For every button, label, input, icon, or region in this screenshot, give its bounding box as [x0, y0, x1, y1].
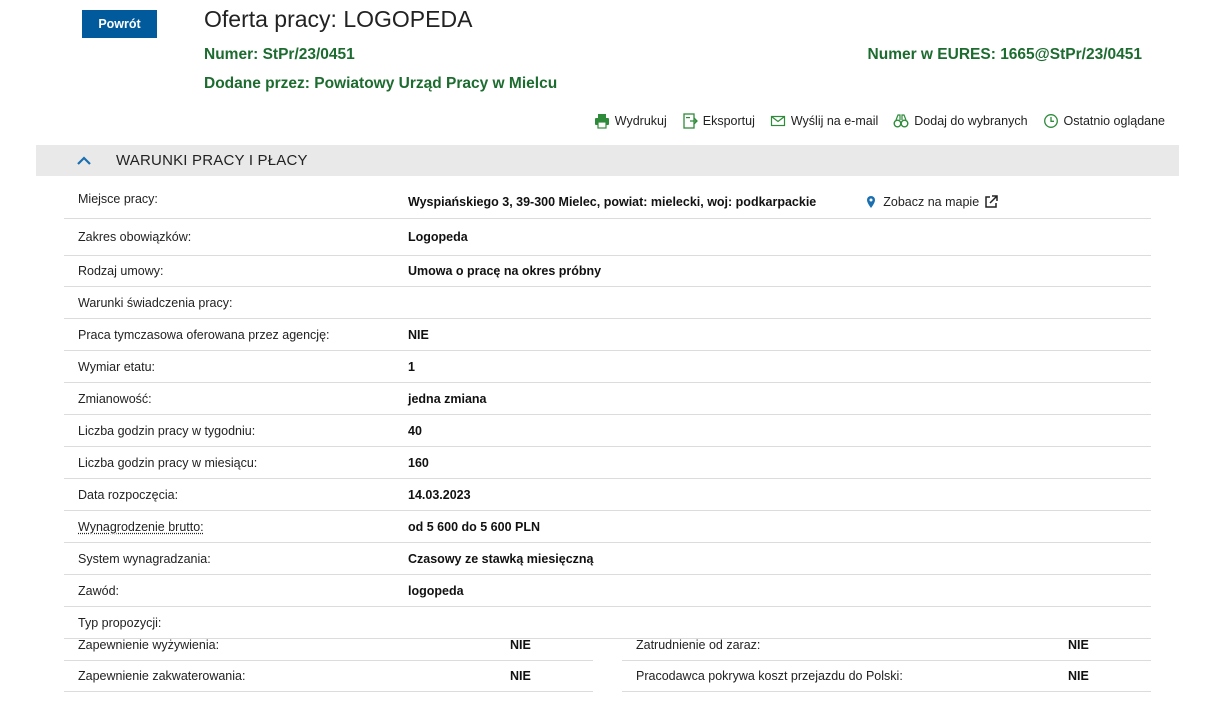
- print-label: Wydrukuj: [614, 114, 667, 128]
- split-label: Zapewnienie zakwaterowania:: [78, 668, 246, 683]
- table-row: Zawód: logopeda: [64, 575, 1151, 607]
- show-on-map-link[interactable]: Zobacz na mapie: [864, 195, 998, 209]
- table-row: Wymiar etatu: 1: [64, 351, 1151, 383]
- row-value: Wyspiańskiego 3, 39-300 Mielec, powiat: …: [408, 195, 817, 209]
- salary-term-tooltip[interactable]: Wynagrodzenie brutto:: [78, 520, 204, 534]
- envelope-icon: [770, 115, 785, 127]
- row-value: logopeda: [408, 583, 464, 598]
- row-label: Liczba godzin pracy w miesiącu:: [78, 455, 258, 470]
- row-label: Zakres obowiązków:: [78, 230, 192, 244]
- back-button[interactable]: Powrót: [82, 10, 157, 38]
- table-row: Zakres obowiązków: Logopeda: [64, 219, 1151, 256]
- external-link-icon: [985, 195, 998, 208]
- row-label: Zmianowość:: [78, 391, 152, 406]
- email-button[interactable]: Wyślij na e-mail: [770, 113, 878, 129]
- row-value: 40: [408, 423, 422, 438]
- split-cell-left: Zapewnienie wyżywienia: NIE: [64, 629, 593, 661]
- row-label: Praca tymczasowa oferowana przez agencję…: [78, 327, 330, 342]
- map-pin-icon: [867, 196, 876, 208]
- offer-number: Numer: StPr/23/0451: [204, 46, 355, 64]
- row-value: 1: [408, 359, 415, 374]
- row-label: Liczba godzin pracy w tygodniu:: [78, 423, 256, 438]
- row-value: Czasowy ze stawką miesięczną: [408, 551, 594, 566]
- eures-number-key: Numer w EURES:: [867, 46, 996, 63]
- add-to-favorites-button[interactable]: Dodaj do wybranych: [893, 113, 1028, 129]
- row-label: System wynagradzania:: [78, 551, 211, 566]
- split-value: NIE: [1068, 637, 1089, 652]
- split-cell-left: Zapewnienie zakwaterowania: NIE: [64, 660, 593, 692]
- added-by: Dodane przez: Powiatowy Urząd Pracy w Mi…: [204, 75, 557, 93]
- row-label: Typ propozycji:: [78, 615, 162, 630]
- row-value: Umowa o pracę na okres próbny: [408, 264, 602, 278]
- row-label: Miejsce pracy:: [78, 192, 158, 206]
- export-button[interactable]: Eksportuj: [682, 113, 755, 129]
- action-toolbar: Wydrukuj Eksportuj Wyślij na e-mail Doda…: [594, 113, 1165, 129]
- split-label: Zatrudnienie od zaraz:: [636, 637, 761, 652]
- split-label: Pracodawca pokrywa koszt przejazdu do Po…: [636, 668, 903, 683]
- split-value: NIE: [510, 668, 531, 683]
- added-by-key: Dodane przez:: [204, 75, 310, 92]
- print-button[interactable]: Wydrukuj: [594, 113, 667, 129]
- section-header-work-conditions[interactable]: WARUNKI PRACY I PŁACY: [36, 145, 1179, 176]
- table-row: Liczba godzin pracy w miesiącu: 160: [64, 447, 1151, 479]
- table-row: Wynagrodzenie brutto: od 5 600 do 5 600 P…: [64, 511, 1151, 543]
- row-value: 160: [408, 455, 429, 470]
- split-cell-right: Pracodawca pokrywa koszt przejazdu do Po…: [622, 660, 1151, 692]
- row-value: Logopeda: [408, 230, 468, 244]
- row-label: Data rozpoczęcia:: [78, 487, 179, 502]
- recently-viewed-button[interactable]: Ostatnio oglądane: [1043, 113, 1165, 129]
- chevron-up-icon: [77, 155, 91, 165]
- export-label: Eksportuj: [702, 114, 755, 128]
- split-value: NIE: [1068, 668, 1089, 683]
- table-row: System wynagradzania: Czasowy ze stawką m…: [64, 543, 1151, 575]
- conditions-table: Miejsce pracy: Wyspiańskiego 3, 39-300 M…: [64, 186, 1151, 639]
- clock-icon: [1043, 114, 1058, 128]
- show-on-map-label: Zobacz na mapie: [883, 195, 980, 209]
- table-row: Warunki świadczenia pracy:: [64, 287, 1151, 319]
- recently-viewed-label: Ostatnio oglądane: [1063, 114, 1165, 128]
- offer-number-key: Numer:: [204, 46, 259, 63]
- row-label: Warunki świadczenia pracy:: [78, 295, 233, 310]
- row-value: 14.03.2023: [408, 487, 471, 502]
- table-row: Miejsce pracy: Wyspiańskiego 3, 39-300 M…: [64, 186, 1151, 219]
- offer-number-value: StPr/23/0451: [262, 46, 355, 63]
- table-row: Zmianowość: jedna zmiana: [64, 383, 1151, 415]
- eures-number: Numer w EURES: 1665@StPr/23/0451: [868, 46, 1142, 64]
- page-title: Oferta pracy: LOGOPEDA: [204, 6, 473, 32]
- split-cell-right: Zatrudnienie od zaraz: NIE: [622, 629, 1151, 661]
- row-label: Rodzaj umowy:: [78, 264, 164, 278]
- export-icon: [683, 113, 698, 129]
- added-by-value: Powiatowy Urząd Pracy w Mielcu: [314, 75, 558, 92]
- row-value: od 5 600 do 5 600 PLN: [408, 519, 540, 534]
- split-label: Zapewnienie wyżywienia:: [78, 637, 220, 652]
- email-label: Wyślij na e-mail: [790, 114, 879, 128]
- table-row: Praca tymczasowa oferowana przez agencję…: [64, 319, 1151, 351]
- binoculars-icon: [893, 114, 909, 128]
- table-row: Data rozpoczęcia: 14.03.2023: [64, 479, 1151, 511]
- split-value: NIE: [510, 637, 531, 652]
- eures-number-value: 1665@StPr/23/0451: [1000, 46, 1142, 63]
- table-row: Liczba godzin pracy w tygodniu: 40: [64, 415, 1151, 447]
- row-label: Wymiar etatu:: [78, 359, 155, 374]
- printer-icon: [594, 114, 609, 129]
- row-value: NIE: [408, 327, 429, 342]
- table-row: Rodzaj umowy: Umowa o pracę na okres prób…: [64, 256, 1151, 287]
- row-value: jedna zmiana: [408, 391, 487, 406]
- row-label: Zawód:: [78, 583, 119, 598]
- section-title: WARUNKI PRACY I PŁACY: [116, 152, 308, 169]
- add-to-favorites-label: Dodaj do wybranych: [914, 114, 1028, 128]
